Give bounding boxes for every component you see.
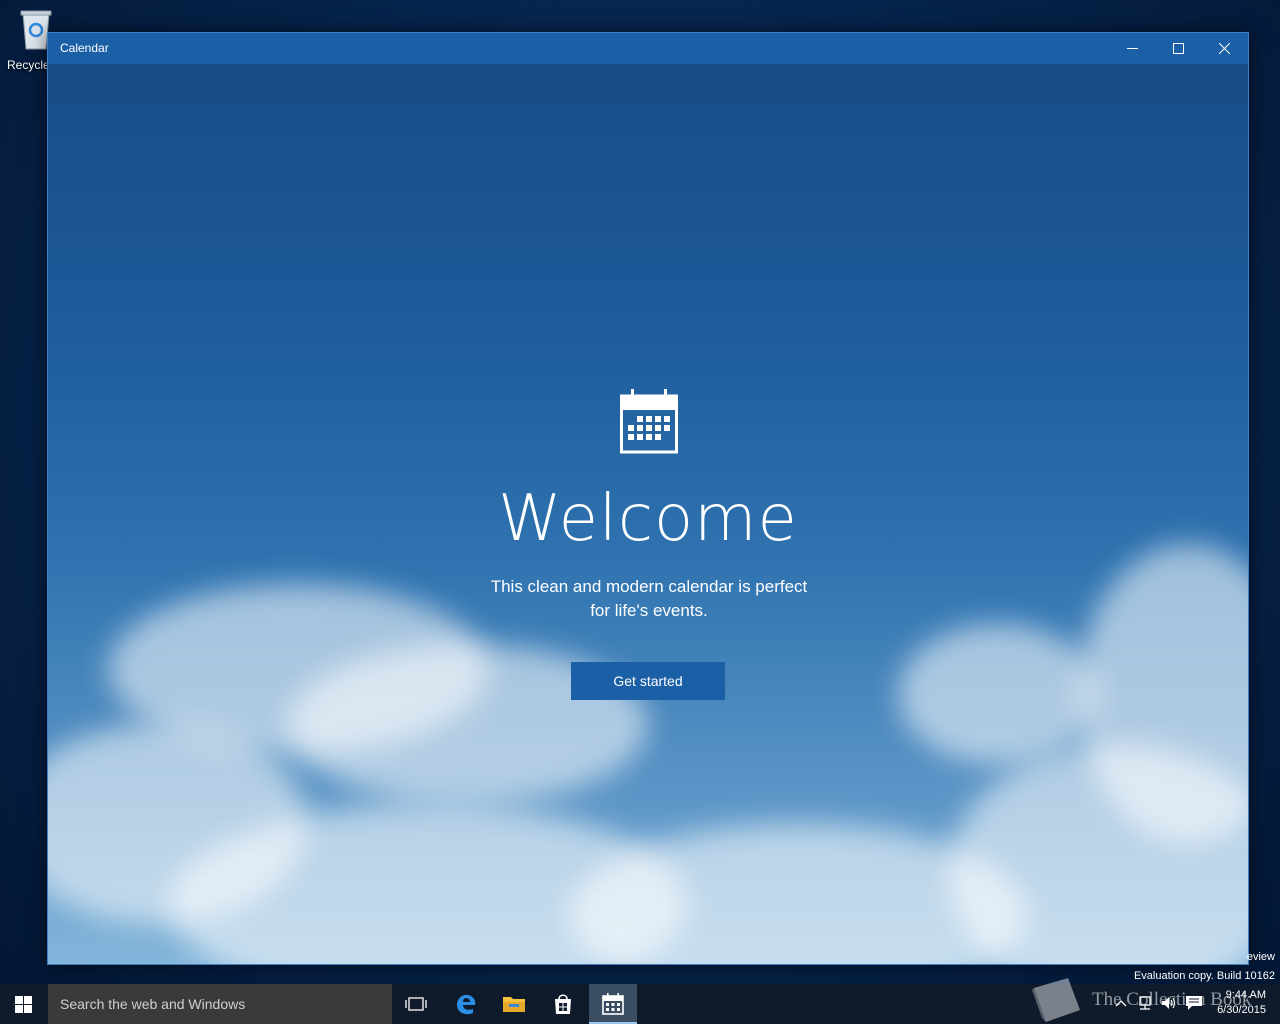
store-button[interactable] — [539, 984, 587, 1024]
windows-start-icon — [15, 996, 32, 1013]
edge-icon — [457, 994, 476, 1015]
taskbar: The Collection Book 9:44 AM 6/30/2015 — [0, 978, 1280, 1024]
window-title: Calendar — [60, 41, 109, 55]
maximize-button[interactable] — [1156, 33, 1202, 64]
clock-date: 6/30/2015 — [1217, 1004, 1266, 1016]
calendar-icon — [602, 993, 624, 1015]
welcome-subtitle: This clean and modern calendar is perfec… — [449, 575, 849, 623]
start-button[interactable] — [0, 984, 48, 1024]
search-input[interactable] — [48, 984, 392, 1024]
clock-time: 9:44 AM — [1225, 989, 1266, 1001]
title-bar[interactable]: Calendar — [48, 33, 1248, 64]
volume-icon[interactable] — [1160, 995, 1178, 1011]
welcome-panel: Welcome This clean and modern calendar i… — [48, 64, 1248, 964]
network-icon[interactable] — [1136, 995, 1154, 1011]
welcome-title: Welcome — [498, 482, 798, 556]
file-explorer-icon — [503, 997, 525, 1012]
close-icon — [1219, 43, 1230, 54]
minimize-button[interactable] — [1110, 33, 1156, 64]
welcome-background: Welcome This clean and modern calendar i… — [48, 64, 1248, 964]
build-watermark-partial: eview — [1246, 951, 1275, 963]
calendar-window: Calendar Welcome This clean and modern c… — [47, 32, 1249, 965]
store-icon — [555, 994, 571, 1014]
calendar-icon — [620, 389, 678, 454]
task-view-icon — [405, 997, 427, 1011]
close-button[interactable] — [1202, 33, 1248, 64]
action-center-icon[interactable] — [1185, 995, 1203, 1011]
clock[interactable]: 9:44 AM 6/30/2015 — [1217, 988, 1266, 1018]
file-explorer-button[interactable] — [490, 984, 538, 1024]
get-started-button[interactable]: Get started — [571, 662, 725, 700]
task-view-button[interactable] — [392, 984, 440, 1024]
build-watermark: Evaluation copy. Build 10162 — [1133, 970, 1275, 982]
chevron-up-icon[interactable] — [1114, 995, 1128, 1011]
minimize-icon — [1127, 48, 1138, 49]
edge-button[interactable] — [442, 984, 490, 1024]
calendar-taskbar-button[interactable] — [589, 984, 637, 1024]
welcome-subtitle-line: This clean and modern calendar is perfec… — [490, 577, 808, 596]
book-watermark-icon — [1032, 978, 1080, 1022]
maximize-icon — [1173, 43, 1184, 54]
welcome-subtitle-line: for life's events. — [590, 601, 708, 620]
recycle-bin-label: Recycle — [7, 58, 50, 72]
